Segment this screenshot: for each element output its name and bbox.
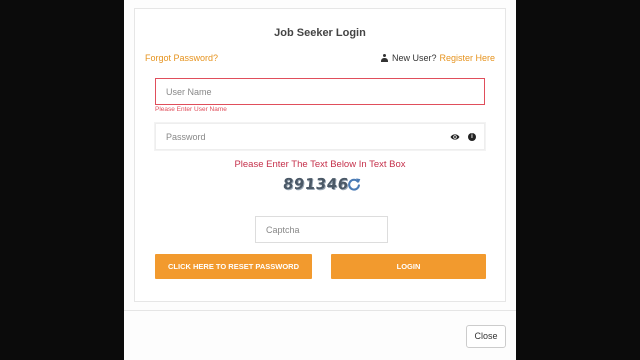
close-button[interactable]: Close (466, 325, 506, 348)
user-icon (380, 54, 388, 62)
captcha-placeholder: Captcha (266, 224, 300, 235)
username-input[interactable]: User Name (155, 78, 485, 105)
login-modal: Job Seeker Login Forgot Password? New Us… (124, 0, 516, 360)
new-user-area: New User? Register Here (380, 53, 495, 63)
reset-password-button[interactable]: CLICK HERE TO RESET PASSWORD (155, 254, 312, 279)
password-placeholder: Password (166, 131, 206, 142)
refresh-icon[interactable] (347, 177, 361, 191)
eye-icon[interactable] (450, 132, 460, 142)
username-error: Please Enter User Name (155, 106, 227, 113)
captcha-code: 891346 (282, 175, 350, 193)
password-input[interactable]: Password i (155, 123, 485, 150)
new-user-text: New User? (391, 53, 437, 63)
footer-divider (124, 310, 516, 311)
login-panel: Job Seeker Login Forgot Password? New Us… (134, 8, 506, 302)
login-button[interactable]: LOGIN (331, 254, 486, 279)
register-link[interactable]: Register Here (439, 53, 495, 63)
modal-title: Job Seeker Login (274, 27, 366, 39)
captcha-input[interactable]: Captcha (255, 216, 388, 243)
captcha-message: Please Enter The Text Below In Text Box (234, 159, 406, 170)
forgot-password-link[interactable]: Forgot Password? (145, 53, 218, 63)
username-placeholder: User Name (166, 86, 212, 97)
info-icon[interactable]: i (468, 133, 476, 141)
